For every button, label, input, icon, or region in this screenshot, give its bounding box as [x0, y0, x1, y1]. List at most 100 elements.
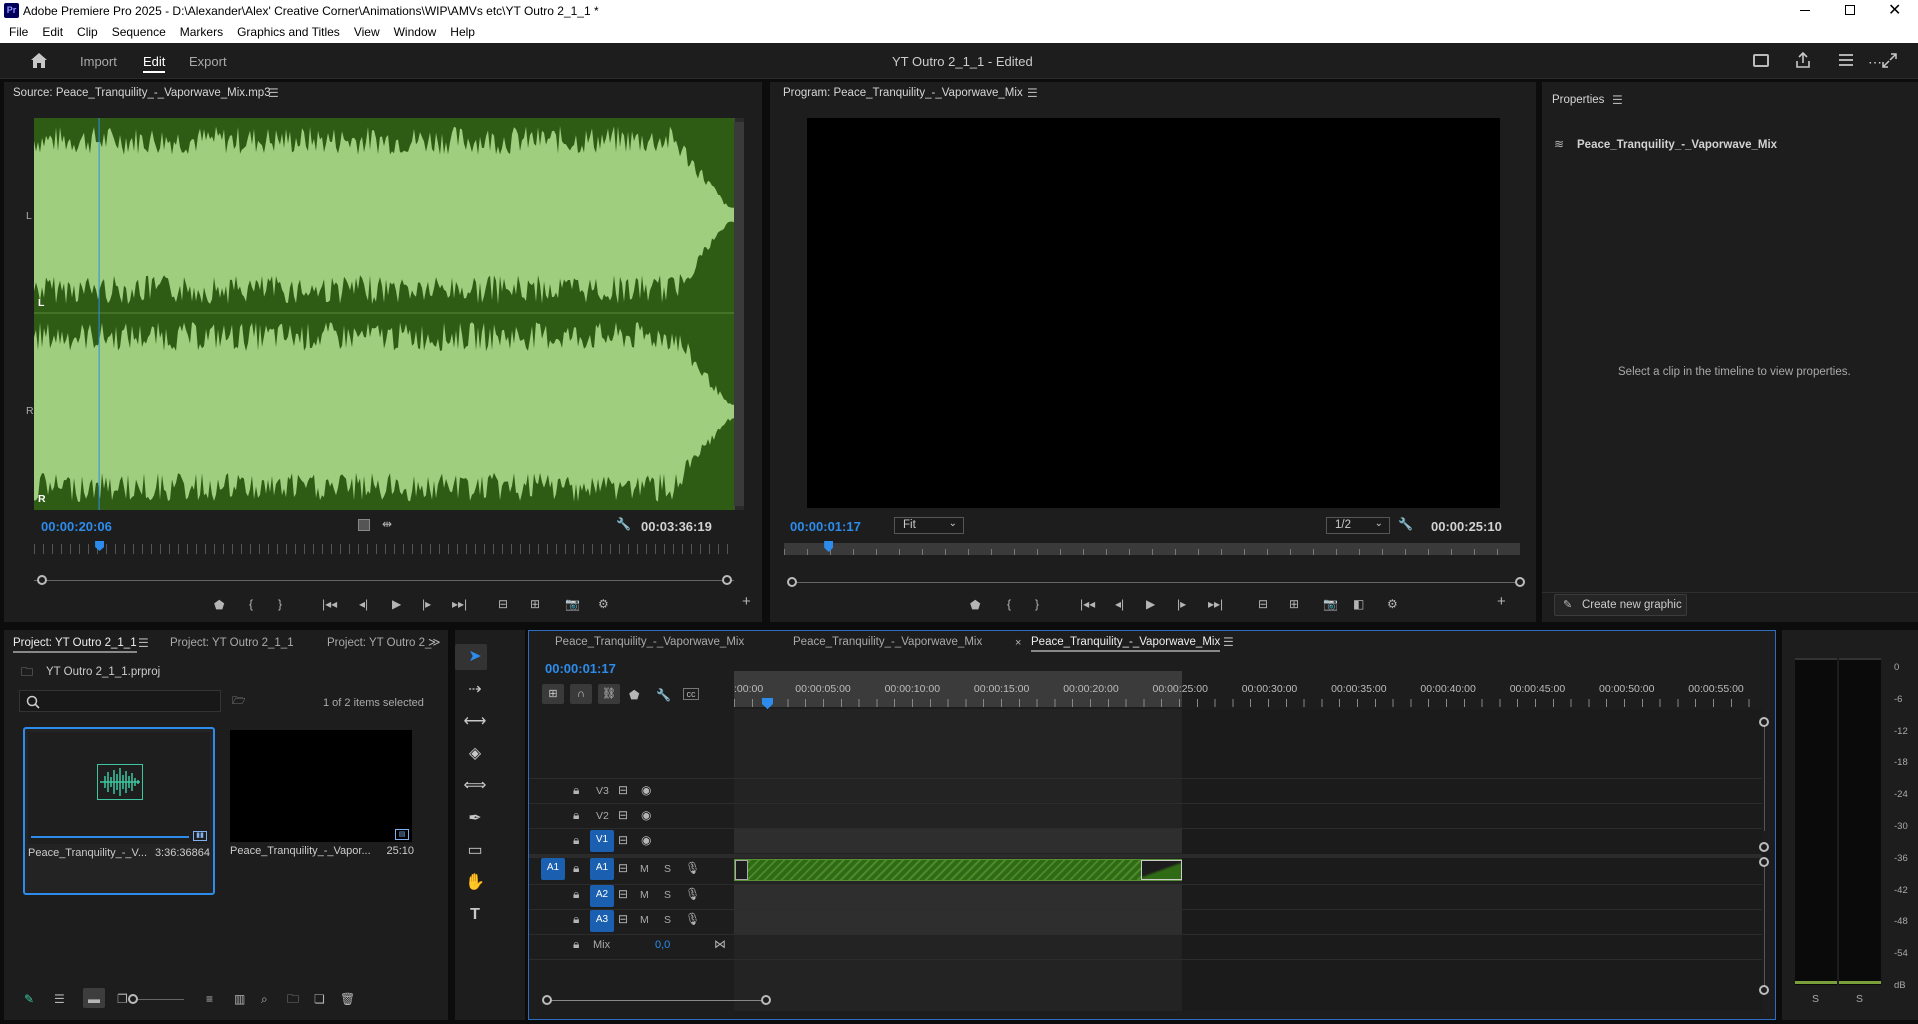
share-icon[interactable]: [1795, 52, 1811, 69]
export-frame-icon[interactable]: 📷: [565, 597, 580, 611]
project-search-input[interactable]: [44, 693, 214, 709]
workspaces-icon[interactable]: [1838, 53, 1854, 68]
step-back-icon[interactable]: ◂|: [1115, 597, 1124, 611]
snap-button[interactable]: ∩: [570, 684, 592, 704]
timeline-zoom-handle-left[interactable]: [542, 995, 552, 1005]
go-to-out-icon[interactable]: ▸▸|: [452, 597, 467, 611]
project-search-box[interactable]: [19, 690, 221, 712]
sync-lock-icon[interactable]: ⊟: [618, 861, 628, 875]
thumbnail-size-slider[interactable]: [132, 999, 184, 1000]
menu-clip[interactable]: Clip: [70, 22, 105, 43]
mark-in-icon[interactable]: {: [1007, 597, 1011, 611]
button-editor-icon[interactable]: +: [1497, 594, 1506, 609]
meter-solo-right[interactable]: S: [1856, 993, 1863, 1005]
meter-solo-left[interactable]: S: [1812, 993, 1819, 1005]
lock-icon[interactable]: 🔒︎: [573, 937, 579, 951]
audio-clip-a1[interactable]: [734, 859, 1182, 881]
mark-in-icon[interactable]: {: [249, 597, 253, 611]
source-timecode[interactable]: 00:00:20:06: [41, 519, 112, 534]
lock-icon[interactable]: 🔒︎: [573, 861, 579, 875]
add-marker-icon[interactable]: ⬟: [629, 688, 639, 702]
solo-button[interactable]: S: [664, 863, 671, 875]
timeline-settings-icon[interactable]: 🔧: [656, 688, 671, 702]
properties-panel-menu-icon[interactable]: ☰: [1612, 93, 1623, 107]
track-target-a3[interactable]: A3: [590, 910, 614, 932]
program-video-frame[interactable]: [807, 118, 1500, 508]
source-patch-a1[interactable]: A1: [541, 858, 565, 880]
project-tab-1[interactable]: Project: YT Outro 2_1_1: [13, 637, 137, 653]
pen-tool-icon[interactable]: ✒: [459, 806, 491, 832]
ripple-edit-tool-icon[interactable]: ⟷: [459, 709, 491, 735]
eye-icon[interactable]: ◉: [641, 833, 651, 847]
menu-graphics-titles[interactable]: Graphics and Titles: [230, 22, 347, 43]
new-item-icon[interactable]: ❏: [314, 992, 325, 1006]
menu-file[interactable]: File: [2, 22, 35, 43]
menu-sequence[interactable]: Sequence: [105, 22, 173, 43]
microphone-icon[interactable]: 🎙︎: [685, 887, 700, 901]
sync-lock-icon[interactable]: ⊟: [618, 887, 628, 901]
program-settings-icon[interactable]: 🔧: [1398, 517, 1413, 531]
eye-icon[interactable]: ◉: [641, 808, 651, 822]
clip-transition-end[interactable]: [1141, 860, 1182, 880]
menu-markers[interactable]: Markers: [173, 22, 230, 43]
menu-help[interactable]: Help: [443, 22, 482, 43]
track-target-v1[interactable]: V1: [590, 830, 614, 852]
timeline-zoom-bar[interactable]: [546, 1000, 766, 1001]
panel-menu-icon[interactable]: ☰: [268, 86, 279, 100]
play-icon[interactable]: ▶: [1146, 597, 1155, 611]
audio-scroll-handle-bottom[interactable]: [1759, 985, 1769, 995]
mute-button[interactable]: M: [640, 863, 649, 875]
sync-lock-icon[interactable]: ⊟: [618, 783, 628, 797]
program-timecode[interactable]: 00:00:01:17: [790, 519, 861, 534]
step-forward-icon[interactable]: |▸: [1177, 597, 1186, 611]
sync-lock-icon[interactable]: ⊟: [618, 912, 628, 926]
go-to-in-icon[interactable]: |◂◂: [1080, 597, 1095, 611]
video-scroll-handle-top[interactable]: [1759, 717, 1769, 727]
program-panel-menu-icon[interactable]: ☰: [1027, 86, 1038, 100]
minimize-icon[interactable]: [1800, 10, 1810, 11]
freeform-view-icon[interactable]: ❐: [117, 992, 128, 1006]
mute-button[interactable]: M: [640, 889, 649, 901]
overwrite-icon[interactable]: ⊞: [530, 597, 540, 611]
solo-button[interactable]: S: [664, 889, 671, 901]
lock-icon[interactable]: 🔒︎: [573, 887, 579, 901]
track-label-v3[interactable]: V3: [596, 785, 609, 797]
settings-wheel-icon[interactable]: ⚙: [598, 597, 609, 611]
track-select-tool-icon[interactable]: ⇢: [459, 677, 491, 703]
project-tab-3[interactable]: Project: YT Outro 2_: [327, 637, 431, 649]
track-target-a1[interactable]: A1: [590, 858, 614, 880]
timeline-tab-3[interactable]: Peace_Tranquility_-_Vaporwave_Mix: [1031, 636, 1221, 652]
add-marker-icon[interactable]: ⬟: [970, 598, 980, 612]
quick-export-icon[interactable]: [1753, 54, 1769, 67]
timeline-tab-2[interactable]: Peace_Tranquility_-_Vaporwave_Mix: [793, 636, 982, 648]
settings-wheel-icon[interactable]: ⚙: [1387, 597, 1398, 611]
comparison-view-icon[interactable]: ◧: [1353, 597, 1364, 611]
rectangle-tool-icon[interactable]: ▭: [459, 838, 491, 864]
thumbnail-size-handle[interactable]: [128, 994, 138, 1004]
insert-icon[interactable]: ⊟: [498, 597, 508, 611]
automate-to-sequence-icon[interactable]: ▥: [234, 992, 245, 1006]
captions-icon[interactable]: cc: [683, 688, 699, 700]
timeline-timecode[interactable]: 00:00:01:17: [545, 661, 616, 676]
new-bin-icon[interactable]: 🗀: [287, 992, 299, 1006]
source-zoom-bar[interactable]: [34, 580, 734, 581]
extract-icon[interactable]: ⊞: [1289, 597, 1299, 611]
mix-pan-icon[interactable]: ⋈: [714, 937, 726, 951]
project-tab-2[interactable]: Project: YT Outro 2_1_1: [170, 637, 294, 649]
sync-lock-icon[interactable]: ⊟: [618, 833, 628, 847]
video-scroll-track[interactable]: [1764, 721, 1765, 831]
drag-audio-only-icon[interactable]: ⇹: [382, 517, 392, 531]
go-to-in-icon[interactable]: |◂◂: [322, 597, 337, 611]
mark-out-icon[interactable]: }: [278, 597, 282, 611]
timeline-menu-icon[interactable]: ☰: [1223, 635, 1234, 649]
step-back-icon[interactable]: ◂|: [359, 597, 368, 611]
razor-tool-icon[interactable]: ◈: [459, 741, 491, 767]
close-tab-icon[interactable]: ×: [1015, 636, 1021, 650]
drag-video-only-icon[interactable]: [358, 519, 370, 531]
nest-toggle-button[interactable]: ⊞: [542, 684, 564, 704]
video-audio-divider[interactable]: [529, 854, 1762, 858]
eye-icon[interactable]: ◉: [641, 783, 651, 797]
export-frame-icon[interactable]: 📷: [1323, 597, 1338, 611]
bin-search-icon[interactable]: 🗁: [232, 694, 246, 708]
slip-tool-icon[interactable]: ⟺: [459, 773, 491, 799]
